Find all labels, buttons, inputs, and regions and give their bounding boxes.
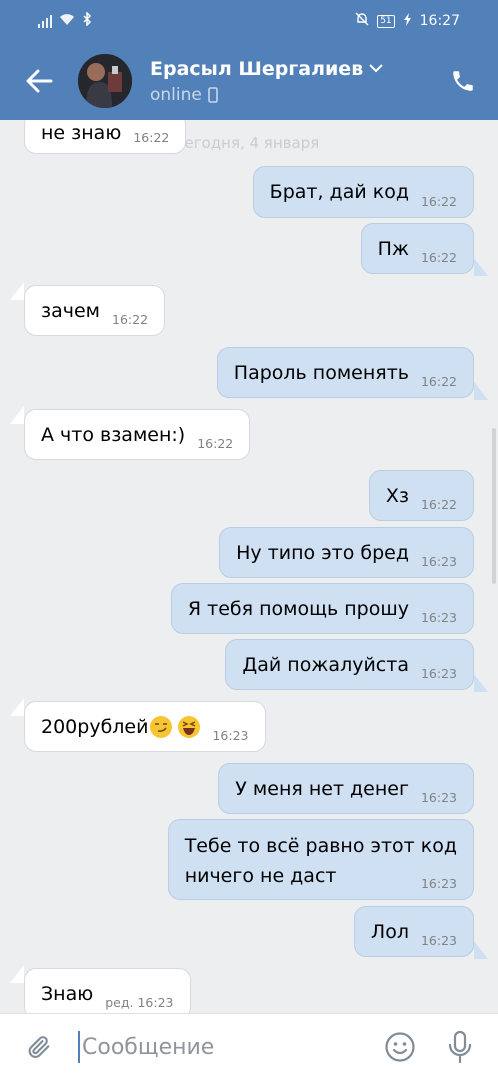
mute-icon [355,12,369,30]
call-button[interactable] [428,42,498,120]
message-input[interactable]: Сообщение [78,1014,370,1080]
chevron-down-icon [369,64,383,73]
emoji-button[interactable] [370,1014,430,1080]
status-bar: 51 16:27 [0,0,498,42]
incoming-message[interactable]: А что взамен:) 16:22 [24,409,251,460]
emoji-icon [385,1032,415,1062]
outgoing-message[interactable]: Пароль поменять 16:22 [216,347,474,398]
mobile-device-icon [208,86,218,103]
incoming-message[interactable]: не знаю 16:22 [24,120,187,154]
signal-icon [38,14,52,28]
outgoing-message[interactable]: Ну типо это бред 16:23 [219,527,474,578]
incoming-message[interactable]: зачем 16:22 [24,285,166,336]
smirking-face-emoji-icon [150,715,173,738]
wifi-icon [59,13,75,30]
grinning-squinting-face-emoji-icon [178,715,201,738]
outgoing-message[interactable]: Хз 16:22 [368,470,474,521]
bubble-tail [474,382,488,400]
battery-icon: 51 [377,14,395,28]
outgoing-message[interactable]: Тебе то всё равно этот код ничего не дас… [167,819,474,900]
bubble-tail [10,965,24,983]
outgoing-message[interactable]: Пж 16:22 [360,223,474,274]
bluetooth-icon [82,11,92,30]
incoming-message[interactable]: Знаю ред. 16:23 [24,968,191,1013]
text-cursor [78,1031,80,1063]
contact-name[interactable]: Ерасыл Шергалиев [150,58,383,80]
contact-info[interactable]: Ерасыл Шергалиев online [150,58,383,105]
message-placeholder: Сообщение [82,1034,215,1060]
paperclip-icon [28,1036,50,1058]
phone-icon [453,71,473,91]
avatar[interactable] [78,54,132,108]
bubble-tail [10,282,24,300]
message-list[interactable]: Сегодня, 4 января не знаю 16:22 Брат, да… [0,120,498,1013]
outgoing-message[interactable]: Я тебя помощь прошу 16:23 [170,583,474,634]
back-button[interactable] [0,42,78,120]
status-time: 16:27 [419,13,460,29]
outgoing-message[interactable]: У меня нет денег 16:23 [218,763,474,814]
voice-message-button[interactable] [430,1014,490,1080]
bubble-tail [474,674,488,692]
incoming-message[interactable]: 200рублей 16:23 [24,701,266,752]
bubble-tail [474,258,488,276]
top-bar: 51 16:27 Ерасыл Шергалиев online [0,0,498,120]
attach-button[interactable] [0,1014,78,1080]
composer: Сообщение [0,1013,498,1080]
presence-status: online [150,85,383,105]
scrollbar[interactable] [492,428,496,584]
outgoing-message[interactable]: Брат, дай код 16:22 [252,166,474,218]
microphone-icon [448,1030,472,1064]
charging-icon [403,12,412,30]
outgoing-message[interactable]: Дай пожалуйста 16:23 [225,639,474,690]
outgoing-message[interactable]: Лол 16:23 [353,906,474,957]
bubble-tail [474,941,488,959]
bubble-tail [10,698,24,716]
back-arrow-icon [26,69,53,93]
chat-header: Ерасыл Шергалиев online [0,42,498,120]
bubble-tail [10,406,24,424]
date-separator: Сегодня, 4 января [174,134,320,152]
